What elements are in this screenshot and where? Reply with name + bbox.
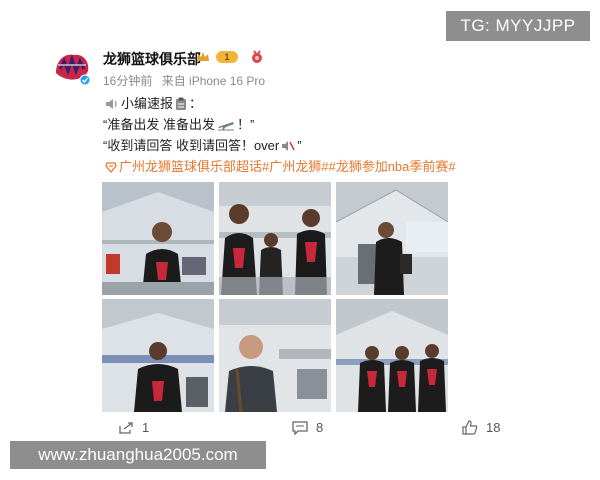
loudspeaker-icon [106,98,117,109]
post-text: 小编速报 ： “准备出发 准备出发 ！” “收到请回答 收到请回答！over ”… [103,93,456,177]
repost-button[interactable]: 1 [118,420,149,435]
bottom-watermark: www.zhuanghua2005.com [10,441,266,469]
post-time: 16分钟前 [103,74,153,88]
photo-3[interactable] [336,182,448,295]
text-line-3a: “收到请回答 收到请回答！over [103,138,280,153]
text-line-2a: “准备出发 准备出发 [103,117,215,132]
like-icon [462,420,478,435]
photo-6[interactable] [336,299,448,412]
comment-count: 8 [316,420,324,435]
like-button[interactable]: 18 [462,420,500,435]
author-name[interactable]: 龙狮篮球俱乐部 [103,49,201,69]
photo-4[interactable] [102,299,214,412]
comment-button[interactable]: 8 [292,420,323,435]
mute-icon [282,140,295,151]
comment-icon [292,420,308,435]
post-source[interactable]: 来自 iPhone 16 Pro [162,74,265,88]
text-line-2b: ！” [236,117,255,132]
text-line-3b: ” [297,138,302,153]
medal-icon [252,50,262,63]
hashtag-links[interactable]: 广州龙狮篮球俱乐部超话#广州龙狮##龙狮参加nba季前赛# [119,156,456,177]
clipboard-icon [176,97,187,110]
photo-5[interactable] [219,299,331,412]
post-meta: 16分钟前 来自 iPhone 16 Pro [103,72,271,89]
photo-2[interactable] [219,182,331,295]
top-watermark: TG: MYYJJPP [446,11,590,41]
repost-count: 1 [142,420,150,435]
crown-icon [197,52,209,61]
vip-badge: 1 [216,51,238,63]
photo-1[interactable] [102,182,214,295]
like-count: 18 [486,420,501,435]
photo-grid [102,182,448,412]
text-line-1a: 小编速报 [121,96,174,111]
text-line-1b: ： [189,96,203,111]
repost-icon [119,421,133,434]
club-avatar[interactable] [50,47,94,87]
action-bar: 1 8 18 [0,420,600,442]
supertopic-icon [105,161,117,173]
airplane-icon [217,121,234,130]
